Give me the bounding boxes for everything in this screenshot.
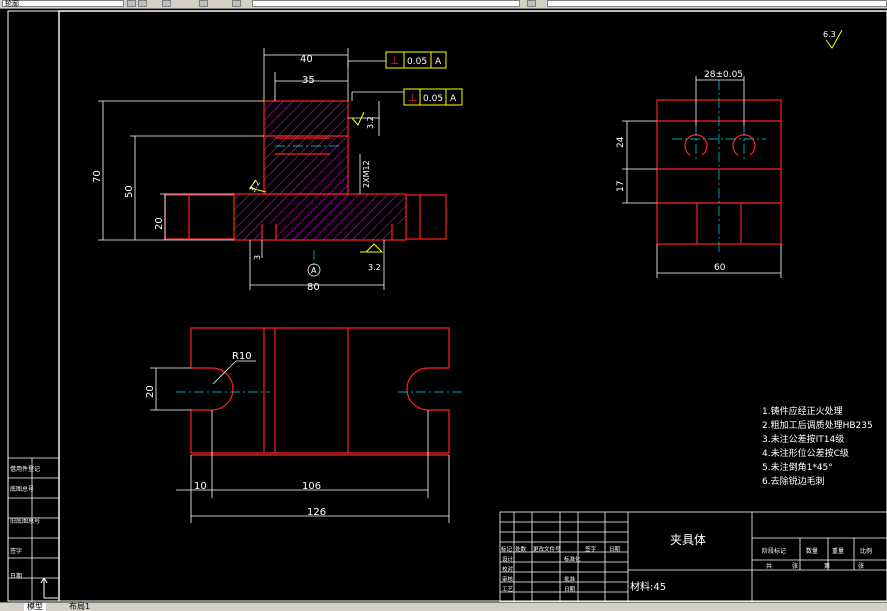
dim-inner-width: 35: [302, 75, 315, 86]
dim-lower-height: 17: [616, 181, 626, 192]
strip-label-5: 日期: [10, 572, 22, 580]
dim-width: 60: [714, 263, 726, 273]
row-label-3: 审核: [502, 575, 514, 583]
pan-icon[interactable]: [199, 0, 208, 7]
tolerance-1-symbol: ⊥: [390, 54, 400, 67]
technical-notes: 1.铸件应经正火处理 2.粗加工后调质处理HB235 3.未注公差按IT14级 …: [762, 405, 873, 487]
tolerance-1-datum: A: [435, 57, 442, 67]
note-3: 3.未注公差按IT14级: [762, 433, 844, 445]
top-view[interactable]: 20 R10 10 106 126: [145, 327, 463, 523]
dim-height-mid: 50: [124, 185, 135, 198]
dim-slot-offset: 10: [194, 481, 207, 492]
header-cell-4: 签字: [585, 545, 597, 553]
dim-overall-length: 126: [307, 507, 326, 518]
roughness-2: 3.2: [248, 178, 262, 194]
zoom-icon[interactable]: [232, 0, 241, 7]
right-header-1: 阶段标记: [762, 547, 786, 555]
print-icon[interactable]: [162, 0, 171, 7]
mid-label-3: 日期: [564, 586, 576, 593]
dim-height-base: 20: [154, 217, 165, 230]
header-cell-2: 处数: [515, 545, 527, 553]
dim-slot-width: 20: [145, 385, 156, 398]
layer-icon[interactable]: [127, 0, 136, 7]
note-2: 2.粗加工后调质处理HB235: [762, 419, 873, 431]
part-name: 夹具体: [670, 533, 706, 547]
front-view[interactable]: ⊥ 0.05 A ⊥ 0.05 A 40 35 70 50 20 80 2XM1…: [92, 48, 463, 293]
datum-label: A: [311, 266, 317, 275]
layer-dropdown[interactable]: 轮廓: [2, 0, 124, 8]
row-label-2: 校对: [502, 565, 514, 573]
mid-label-1: 标准化: [564, 555, 581, 563]
header-cell-5: 日期: [609, 546, 621, 553]
row-label-4: 工艺: [502, 586, 514, 593]
drawing-canvas[interactable]: 借用件登记 底图总号 旧底图总号 签字 日期 ⊥ 0.05 A ⊥ 0.05 A…: [0, 8, 887, 603]
dim-small-gap: 3: [253, 255, 262, 260]
note-4: 4.未注形位公差按C级: [762, 447, 849, 459]
mid-label-2: 批准: [564, 575, 576, 583]
dim-height-total: 70: [92, 170, 103, 183]
dim-upper-height: 24: [616, 136, 626, 148]
linetype-dropdown[interactable]: [547, 0, 887, 7]
strip-label-4: 签字: [10, 547, 22, 555]
right-header-2: 数量: [806, 547, 818, 555]
save-icon[interactable]: [138, 0, 147, 7]
roughness-corner: 6.3: [823, 30, 836, 39]
tolerance-2-value: 0.05: [423, 94, 443, 104]
ucs-icon: [40, 577, 58, 599]
note-1: 1.铸件应经正火处理: [762, 405, 843, 417]
dim-hole-spacing: 28±0.05: [704, 70, 743, 80]
roughness-3: 3.2: [368, 263, 381, 272]
right-footer-1: 共: [766, 562, 772, 570]
tolerance-1-value: 0.05: [407, 57, 427, 67]
tolerance-2-symbol: ⊥: [408, 91, 418, 104]
strip-label-3: 旧底图总号: [10, 517, 40, 525]
dim-hole: 2XM12: [362, 160, 371, 188]
strip-label-2: 底图总号: [10, 485, 34, 493]
right-header-3: 重量: [832, 547, 844, 555]
note-5: 5.未注倒角1*45°: [762, 461, 833, 473]
right-footer-2: 张: [792, 562, 798, 570]
strip-label-1: 借用件登记: [10, 465, 40, 473]
layer-value: 轮廓: [5, 0, 19, 8]
dim-top-width: 40: [300, 54, 313, 65]
row-label-1: 设计: [502, 555, 514, 563]
roughness-1: 3.2: [366, 116, 375, 129]
right-footer-4: 张: [858, 562, 864, 570]
lock-icon[interactable]: [527, 0, 536, 7]
right-header-4: 比例: [860, 547, 872, 555]
dim-inner-length: 106: [302, 481, 321, 492]
title-block: [499, 511, 887, 603]
dim-radius: R10: [232, 351, 252, 362]
header-cell-3: 更改文件号: [533, 545, 561, 553]
dim-base-length: 80: [307, 282, 320, 293]
note-6: 6.去除锐边毛刺: [762, 475, 825, 487]
right-footer-3: 第: [824, 562, 830, 570]
property-dropdown[interactable]: [252, 0, 520, 7]
material-label: 材料:45: [630, 580, 666, 593]
left-strip: [8, 457, 59, 602]
side-view[interactable]: 28±0.05 24 17 60: [616, 70, 782, 278]
tolerance-2-datum: A: [450, 94, 457, 104]
header-cell-1: 标记: [501, 545, 513, 553]
